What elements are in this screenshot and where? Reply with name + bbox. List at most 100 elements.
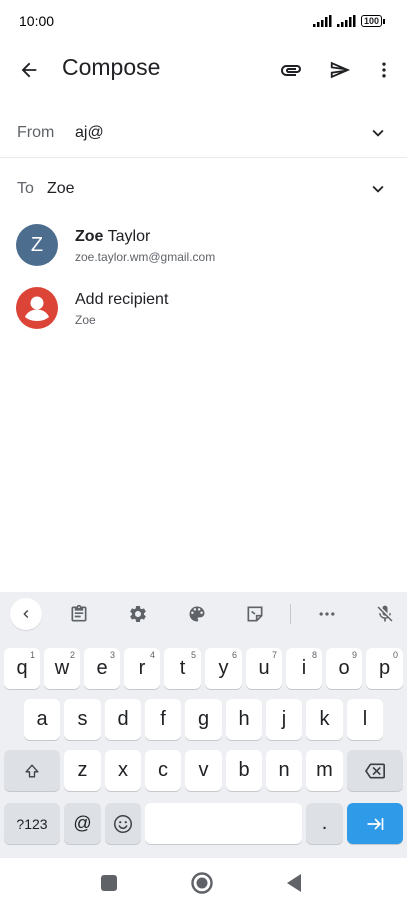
back-nav-button[interactable] <box>281 870 307 896</box>
emoji-icon <box>114 814 132 833</box>
clipboard-icon <box>71 604 87 622</box>
contact-name-match: Zoe <box>75 228 104 245</box>
triangle-back-icon <box>287 874 301 892</box>
keyboard: q1 w2 e3 r4 t5 y6 u7 i8 o9 p0 a s d f g … <box>0 592 407 858</box>
add-recipient-subtitle: Zoe <box>75 313 96 327</box>
from-label: From <box>17 123 55 141</box>
key-v[interactable]: v <box>185 750 222 791</box>
to-expand-button[interactable] <box>366 177 390 201</box>
tab-arrow-icon <box>367 817 384 830</box>
person-avatar <box>16 287 58 329</box>
key-p[interactable]: p0 <box>366 648 403 689</box>
sticker-icon <box>247 606 263 622</box>
settings-button[interactable] <box>123 600 153 628</box>
app-bar: Compose <box>0 42 407 96</box>
navigation-bar <box>0 858 407 906</box>
send-button[interactable] <box>325 55 355 85</box>
page-title: Compose <box>62 54 161 80</box>
key-j[interactable]: j <box>266 699 302 740</box>
battery-level: 100 <box>360 15 382 27</box>
backspace-key[interactable] <box>347 750 403 791</box>
recents-button[interactable] <box>96 870 122 896</box>
gear-icon <box>130 606 146 622</box>
chevron-left-icon <box>23 610 29 618</box>
keyboard-toolbar <box>0 592 407 636</box>
chevron-down-icon <box>372 185 384 193</box>
key-w[interactable]: w2 <box>44 648 80 689</box>
emoji-key[interactable] <box>105 803 141 844</box>
more-tools-button[interactable] <box>312 600 342 628</box>
contact-name-rest: Taylor <box>103 228 151 245</box>
key-m[interactable]: m <box>306 750 343 791</box>
mic-off-icon <box>377 605 393 622</box>
space-key[interactable] <box>145 803 302 844</box>
home-button[interactable] <box>189 870 215 896</box>
key-s[interactable]: s <box>64 699 101 740</box>
key-n[interactable]: n <box>266 750 302 791</box>
toolbar-divider <box>290 604 291 624</box>
key-r[interactable]: r4 <box>124 648 160 689</box>
status-icons: 100 <box>312 15 385 27</box>
signal-icon <box>312 15 332 27</box>
key-k[interactable]: k <box>306 699 343 740</box>
from-field[interactable]: From aj@ <box>0 108 407 158</box>
more-horizontal-icon <box>319 612 335 616</box>
key-z[interactable]: z <box>64 750 101 791</box>
chevron-down-icon <box>372 129 384 137</box>
from-dropdown-button[interactable] <box>366 121 390 145</box>
key-f[interactable]: f <box>145 699 181 740</box>
next-field-key[interactable] <box>347 803 403 844</box>
add-recipient-suggestion[interactable]: Add recipient Zoe <box>0 277 407 339</box>
arrow-left-icon <box>21 62 37 78</box>
signal-icon <box>336 15 356 27</box>
key-x[interactable]: x <box>105 750 141 791</box>
add-recipient-label: Add recipient <box>75 291 169 308</box>
key-a[interactable]: a <box>24 699 60 740</box>
theme-button[interactable] <box>182 600 212 628</box>
clipboard-button[interactable] <box>64 600 94 628</box>
status-time: 10:00 <box>19 13 55 29</box>
key-h[interactable]: h <box>226 699 262 740</box>
key-d[interactable]: d <box>105 699 141 740</box>
more-options-button[interactable] <box>370 55 398 85</box>
send-icon <box>330 61 351 79</box>
key-y[interactable]: y6 <box>205 648 242 689</box>
from-value: aj@ <box>75 123 104 141</box>
sticker-button[interactable] <box>240 600 270 628</box>
backspace-icon <box>365 763 385 778</box>
to-field[interactable]: To Zoe <box>0 164 407 214</box>
at-key[interactable]: @ <box>64 803 101 844</box>
avatar-letter: Z <box>30 233 44 256</box>
key-l[interactable]: l <box>347 699 383 740</box>
key-t[interactable]: t5 <box>164 648 201 689</box>
more-vertical-icon <box>382 62 386 78</box>
key-b[interactable]: b <box>226 750 262 791</box>
contact-name: Zoe Taylor <box>75 228 150 246</box>
to-label: To <box>17 180 34 197</box>
key-c[interactable]: c <box>145 750 181 791</box>
circle-home-icon <box>191 872 213 894</box>
contact-suggestion[interactable]: Z Zoe Taylor zoe.taylor.wm@gmail.com <box>0 214 407 276</box>
key-g[interactable]: g <box>185 699 222 740</box>
shift-key[interactable] <box>4 750 60 791</box>
square-icon <box>101 875 117 891</box>
key-e[interactable]: e3 <box>84 648 120 689</box>
keyboard-collapse-button[interactable] <box>10 598 42 630</box>
status-bar: 10:00 100 <box>0 0 407 42</box>
shift-icon <box>25 764 39 777</box>
battery-icon: 100 <box>360 15 385 27</box>
to-input[interactable]: Zoe <box>47 180 75 198</box>
voice-input-button[interactable] <box>370 600 400 628</box>
paperclip-icon <box>281 65 301 76</box>
key-u[interactable]: u7 <box>246 648 282 689</box>
key-i[interactable]: i8 <box>286 648 322 689</box>
palette-icon <box>189 606 205 622</box>
avatar: Z <box>16 224 58 266</box>
period-key[interactable]: . <box>306 803 343 844</box>
key-q[interactable]: q1 <box>4 648 40 689</box>
symbols-key[interactable]: ?123 <box>4 803 60 844</box>
attach-button[interactable] <box>276 55 306 85</box>
back-button[interactable] <box>14 55 44 85</box>
contact-email: zoe.taylor.wm@gmail.com <box>75 250 216 264</box>
key-o[interactable]: o9 <box>326 648 362 689</box>
